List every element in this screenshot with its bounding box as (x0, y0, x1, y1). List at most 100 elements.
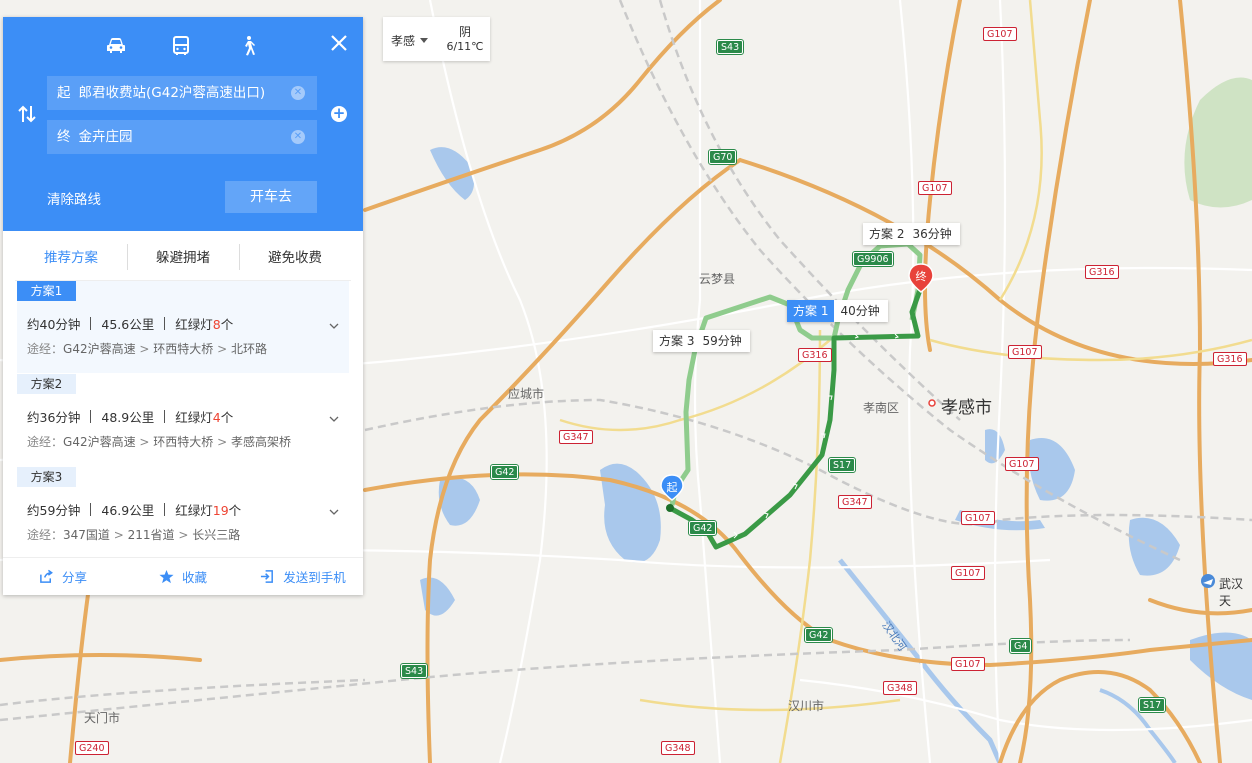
shield-g107-f: G107 (951, 566, 985, 580)
via-road: 211省道 (127, 528, 175, 542)
panel-footer: 分享 收藏 发送到手机 (3, 557, 363, 595)
bus-mode-button[interactable] (170, 35, 196, 57)
shield-g347-a: G347 (559, 430, 593, 444)
add-waypoint-icon[interactable]: + (331, 106, 347, 122)
weather-temperature: 6/11℃ (446, 40, 484, 53)
city-selector[interactable]: 孝感 (391, 32, 429, 49)
shield-g70: G70 (707, 149, 738, 165)
via-road: 347国道 (63, 528, 110, 542)
plan-badge: 方案2 (17, 374, 76, 394)
plan-lights-unit: 个 (220, 410, 234, 425)
shield-g347-b: G347 (838, 495, 872, 509)
plan-distance: 48.9公里 (101, 410, 155, 425)
plan-via: 途经：347国道 > 211省道 > 长兴三路 (27, 528, 241, 542)
tab-recommended[interactable]: 推荐方案 (15, 246, 127, 266)
walk-mode-button[interactable] (237, 35, 263, 57)
swap-icon[interactable] (17, 103, 37, 125)
chevron-down-icon[interactable] (329, 507, 339, 517)
shield-g107-a: G107 (983, 27, 1017, 41)
plan-distance: 46.9公里 (101, 503, 155, 518)
plan-distance: 45.6公里 (101, 317, 155, 332)
airport-icon (1201, 574, 1215, 588)
chevron-down-icon (420, 38, 429, 43)
plan-lights-count: 4 (212, 410, 221, 425)
share-icon (40, 569, 53, 583)
xiaogan-city-dot (928, 399, 936, 407)
car-mode-button[interactable] (105, 35, 131, 57)
favorite-button[interactable]: 收藏 (123, 558, 243, 595)
plan-time: 约59分钟 (27, 503, 81, 518)
plan-card-1[interactable]: 方案1 约40分钟 45.6公里 红绿灯8个 途经：G42沪蓉高速 > 环西特大桥 … (17, 281, 349, 373)
place-wuhan: 武汉天 (1219, 577, 1244, 608)
place-yunmeng: 云梦县 (699, 272, 736, 286)
shield-g4: G4 (1008, 638, 1033, 654)
via-label: 途经： (27, 342, 64, 356)
shield-g9906: G9906 (852, 251, 894, 267)
bus-icon (173, 36, 189, 55)
close-icon[interactable] (329, 33, 349, 53)
weather-condition: 阴 (458, 25, 471, 39)
route-planner-panel: 起郎君收费站(G42沪蓉高速出口) ✕ 终金卉庄园 ✕ + 清除路线 开车去 推… (3, 17, 363, 595)
place-xiaogan: 孝感市 (941, 398, 992, 418)
walk-icon (245, 36, 255, 56)
shield-g316-b: G316 (1085, 265, 1119, 279)
route-label-1[interactable]: 方案 1 40分钟 (787, 300, 888, 322)
plan-summary: 约36分钟 48.9公里 红绿灯4个 (27, 407, 233, 426)
plan-lights-label: 红绿灯 (175, 503, 213, 518)
route-label-3[interactable]: 方案 3 59分钟 (653, 330, 750, 352)
shield-g107-b: G107 (918, 181, 952, 195)
send-to-phone-label: 发送到手机 (283, 570, 346, 585)
via-road: 环西特大桥 (153, 435, 214, 449)
route-label-time: 40分钟 (840, 304, 880, 318)
plan-lights-unit: 个 (228, 503, 242, 518)
chevron-down-icon[interactable] (329, 321, 339, 331)
plan-via: 途经：G42沪蓉高速 > 环西特大桥 > 孝感高架桥 (27, 435, 291, 449)
clear-route-link[interactable]: 清除路线 (47, 188, 101, 208)
plan-via: 途经：G42沪蓉高速 > 环西特大桥 > 北环路 (27, 342, 267, 356)
via-label: 途经： (27, 435, 64, 449)
shield-g240: G240 (75, 741, 109, 755)
shield-g107-d: G107 (1005, 457, 1039, 471)
shield-g348-b: G348 (661, 741, 695, 755)
shield-g316-c: G316 (1213, 352, 1247, 366)
shield-g42-c: G42 (803, 627, 834, 643)
route-label-name: 方案 3 (659, 334, 695, 348)
start-field[interactable]: 起郎君收费站(G42沪蓉高速出口) ✕ (47, 76, 317, 110)
route-label-name: 方案 1 (787, 300, 835, 322)
weather-card: 孝感 阴 6/11℃ (383, 17, 490, 61)
car-icon (107, 38, 125, 53)
end-field[interactable]: 终金卉庄园 ✕ (47, 120, 317, 154)
plan-lights-label: 红绿灯 (175, 410, 213, 425)
plan-card-2[interactable]: 方案2 约36分钟 48.9公里 红绿灯4个 途经：G42沪蓉高速 > 环西特大桥 … (17, 374, 349, 466)
send-to-phone-button[interactable]: 发送到手机 (243, 558, 363, 595)
via-road: G42沪蓉高速 (63, 342, 136, 356)
clear-end-icon[interactable]: ✕ (291, 130, 305, 144)
shield-g107-c: G107 (1008, 345, 1042, 359)
shield-g42-a: G42 (489, 464, 520, 480)
place-tianmen: 天门市 (84, 711, 121, 725)
send-to-phone-icon (261, 570, 274, 583)
shield-g316-a: G316 (798, 348, 832, 362)
clear-start-icon[interactable]: ✕ (291, 86, 305, 100)
plan-lights-count: 8 (212, 317, 221, 332)
via-road: 北环路 (230, 342, 267, 356)
plan-time: 约36分钟 (27, 410, 81, 425)
route-label-2[interactable]: 方案 2 36分钟 (863, 223, 960, 245)
chevron-down-icon[interactable] (329, 414, 339, 424)
plan-summary: 约59分钟 46.9公里 红绿灯19个 (27, 500, 241, 519)
tab-avoid-congestion[interactable]: 躲避拥堵 (127, 243, 239, 270)
shield-s43-b: S43 (399, 663, 429, 679)
shield-g107-g: G107 (951, 657, 985, 671)
end-value: 金卉庄园 (78, 129, 133, 145)
drive-button[interactable]: 开车去 (225, 181, 317, 213)
share-button[interactable]: 分享 (3, 558, 123, 595)
shield-g107-e: G107 (961, 511, 995, 525)
route-preference-tabs: 推荐方案 躲避拥堵 避免收费 (15, 231, 351, 281)
plan-card-3[interactable]: 方案3 约59分钟 46.9公里 红绿灯19个 途经：347国道 > 211省道 >… (17, 467, 349, 559)
route-label-time: 36分钟 (912, 227, 952, 241)
city-name: 孝感 (391, 34, 416, 48)
route-input-area: 起郎君收费站(G42沪蓉高速出口) ✕ 终金卉庄园 ✕ + 清除路线 开车去 (3, 17, 363, 231)
tab-avoid-tolls[interactable]: 避免收费 (239, 243, 351, 270)
plan-lights-count: 19 (212, 503, 229, 518)
plan-lights-label: 红绿灯 (175, 317, 213, 332)
